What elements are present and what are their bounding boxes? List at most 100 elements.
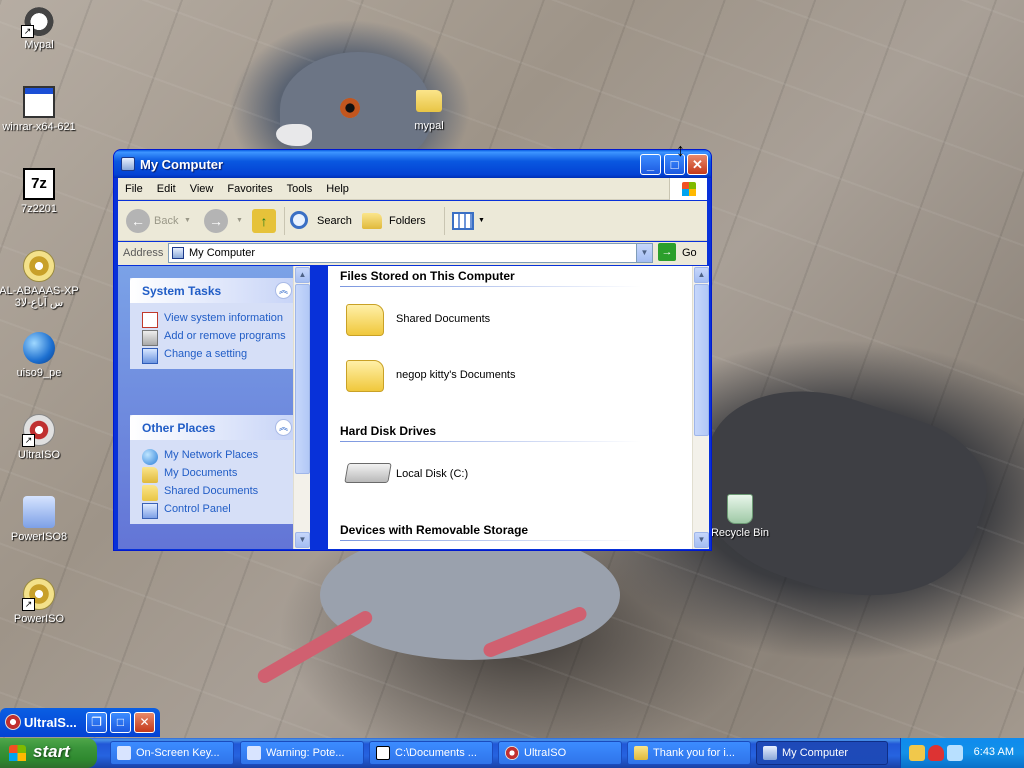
menu-help[interactable]: Help	[319, 178, 356, 195]
scroll-down-button[interactable]: ▼	[295, 532, 310, 548]
desktop-icon-label: winrar-x64-621	[2, 121, 76, 133]
chevron-down-icon: ▼	[184, 217, 191, 224]
tray-keyboard-icon[interactable]	[909, 745, 925, 761]
back-arrow-icon: ←	[126, 209, 150, 233]
desktop-icon-label: AL-ABAAAS-XP 3س آباع-لا	[0, 285, 79, 309]
wallpaper-pigeon-eye	[340, 98, 360, 118]
task-documents-7z[interactable]: C:\Documents ...	[369, 741, 493, 765]
computer-icon	[763, 746, 777, 760]
task-pane: System Tasks ︽ View system information A…	[118, 266, 310, 549]
menu-file[interactable]: File	[118, 178, 150, 195]
clock[interactable]: 6:43 AM	[974, 746, 1014, 758]
desktop-icon-al-abaaas[interactable]: AL-ABAAAS-XP 3س آباع-لا	[0, 250, 81, 309]
folder-icon	[346, 304, 384, 336]
desktop-icon-winrar[interactable]: winrar-x64-621	[0, 86, 81, 133]
place-my-documents[interactable]: My Documents	[130, 464, 298, 483]
system-tasks-header[interactable]: System Tasks ︽	[130, 278, 298, 303]
task-view-system-info[interactable]: View system information	[130, 309, 298, 328]
desktop-icon-poweriso[interactable]: PowerISO	[0, 578, 81, 625]
menu-favorites[interactable]: Favorites	[220, 178, 279, 195]
up-folder-button[interactable]: ↑	[252, 207, 278, 235]
my-computer-window: My Computer _ □ ✕ File Edit View Favorites T…	[113, 149, 712, 551]
system-tray: 6:43 AM	[900, 738, 1024, 768]
network-places-icon	[142, 449, 158, 465]
place-control-panel[interactable]: Control Panel	[130, 500, 298, 519]
scroll-down-button[interactable]: ▼	[694, 532, 709, 548]
control-panel-icon	[142, 503, 158, 519]
back-button[interactable]: ← Back ▼	[124, 207, 191, 235]
computer-icon	[172, 247, 184, 259]
installer-icon	[23, 496, 55, 528]
desktop-icon-ultraiso[interactable]: UltraISO	[0, 414, 81, 461]
toolbar-separator	[284, 207, 285, 235]
task-ultraiso[interactable]: UltraISO	[498, 741, 622, 765]
close-button[interactable]: ✕	[134, 712, 155, 733]
desktop-icon-poweriso8[interactable]: PowerISO8	[0, 496, 81, 543]
place-shared-documents[interactable]: Shared Documents	[130, 482, 298, 501]
place-my-network-places[interactable]: My Network Places	[130, 446, 298, 465]
taskbar: start On-Screen Key... Warning: Pote... …	[0, 738, 1024, 768]
add-remove-programs-icon	[142, 330, 158, 346]
wallpaper-pigeon-leg	[255, 608, 375, 686]
start-button[interactable]: start	[0, 738, 97, 768]
task-thank-you[interactable]: Thank you for i...	[627, 741, 751, 765]
folders-icon	[362, 213, 382, 229]
system-tasks-panel: System Tasks ︽ View system information A…	[130, 278, 298, 369]
task-warning[interactable]: Warning: Pote...	[240, 741, 364, 765]
desktop-icon-mypal-folder[interactable]: mypal	[387, 86, 471, 132]
computer-icon	[121, 157, 135, 171]
system-info-icon	[142, 312, 158, 328]
desktop-icon-7z[interactable]: 7z 7z2201	[0, 168, 81, 215]
address-dropdown-button[interactable]: ▼	[636, 244, 652, 262]
address-bar: Address My Computer ▼ → Go	[118, 242, 707, 265]
globe-icon	[23, 332, 55, 364]
go-button[interactable]: → Go	[658, 243, 697, 263]
views-button[interactable]: ▼	[452, 207, 488, 235]
scroll-up-button[interactable]: ▲	[694, 267, 709, 283]
search-button[interactable]: Search	[290, 207, 356, 235]
network-icon[interactable]	[947, 745, 963, 761]
minimize-button[interactable]: _	[640, 154, 661, 175]
forward-button[interactable]: → ▼	[204, 207, 244, 235]
task-pane-scrollbar[interactable]: ▲ ▼	[293, 266, 310, 549]
desktop-icon-label: PowerISO8	[10, 531, 68, 543]
task-my-computer[interactable]: My Computer	[756, 741, 888, 765]
content-scrollbar[interactable]: ▲ ▼	[692, 266, 709, 549]
address-field[interactable]: My Computer ▼	[168, 243, 653, 263]
collapse-chevron-icon[interactable]: ︽	[275, 419, 292, 436]
toolbar: ← Back ▼ → ▼ ↑ Search Folders ▼	[118, 201, 707, 241]
drive-local-disk-c[interactable]: Local Disk (C:)	[344, 455, 676, 495]
restore-button[interactable]: ❐	[86, 712, 107, 733]
my-documents-icon	[142, 467, 158, 483]
menu-edit[interactable]: Edit	[150, 178, 183, 195]
collapse-chevron-icon[interactable]: ︽	[275, 282, 292, 299]
recycle-bin-icon	[727, 494, 753, 524]
other-places-panel: Other Places ︽ My Network Places My Docu…	[130, 415, 298, 524]
keyboard-icon	[117, 746, 131, 760]
desktop-icon-mypal[interactable]: Mypal	[0, 4, 81, 51]
close-button[interactable]: ✕	[687, 154, 708, 175]
menu-view[interactable]: View	[183, 178, 221, 195]
scroll-thumb[interactable]	[694, 284, 709, 436]
other-places-header[interactable]: Other Places ︽	[130, 415, 298, 440]
group-files-stored: Files Stored on This Computer	[340, 269, 640, 287]
ultraiso-minimized-window[interactable]: UltraIS... ❐ □ ✕	[0, 708, 160, 737]
folders-button[interactable]: Folders	[362, 207, 438, 235]
scroll-up-button[interactable]: ▲	[295, 267, 310, 283]
task-on-screen-keyboard[interactable]: On-Screen Key...	[110, 741, 234, 765]
security-shield-icon[interactable]	[928, 745, 944, 761]
window-title: My Computer	[140, 157, 224, 172]
raccoon-icon	[21, 4, 55, 38]
task-change-setting[interactable]: Change a setting	[130, 345, 298, 364]
desktop-icon-uiso9[interactable]: uiso9_pe	[0, 332, 81, 379]
folder-shared-documents[interactable]: Shared Documents	[346, 300, 676, 340]
toolbar-separator	[444, 207, 445, 235]
window-titlebar[interactable]: My Computer _ □ ✕	[114, 150, 711, 178]
folder-icon	[142, 485, 158, 501]
scroll-thumb[interactable]	[295, 284, 310, 474]
folder-user-documents[interactable]: negop kitty's Documents	[346, 356, 676, 396]
maximize-button[interactable]: □	[110, 712, 131, 733]
control-panel-icon	[142, 348, 158, 364]
task-add-remove-programs[interactable]: Add or remove programs	[130, 327, 298, 346]
menu-tools[interactable]: Tools	[280, 178, 320, 195]
